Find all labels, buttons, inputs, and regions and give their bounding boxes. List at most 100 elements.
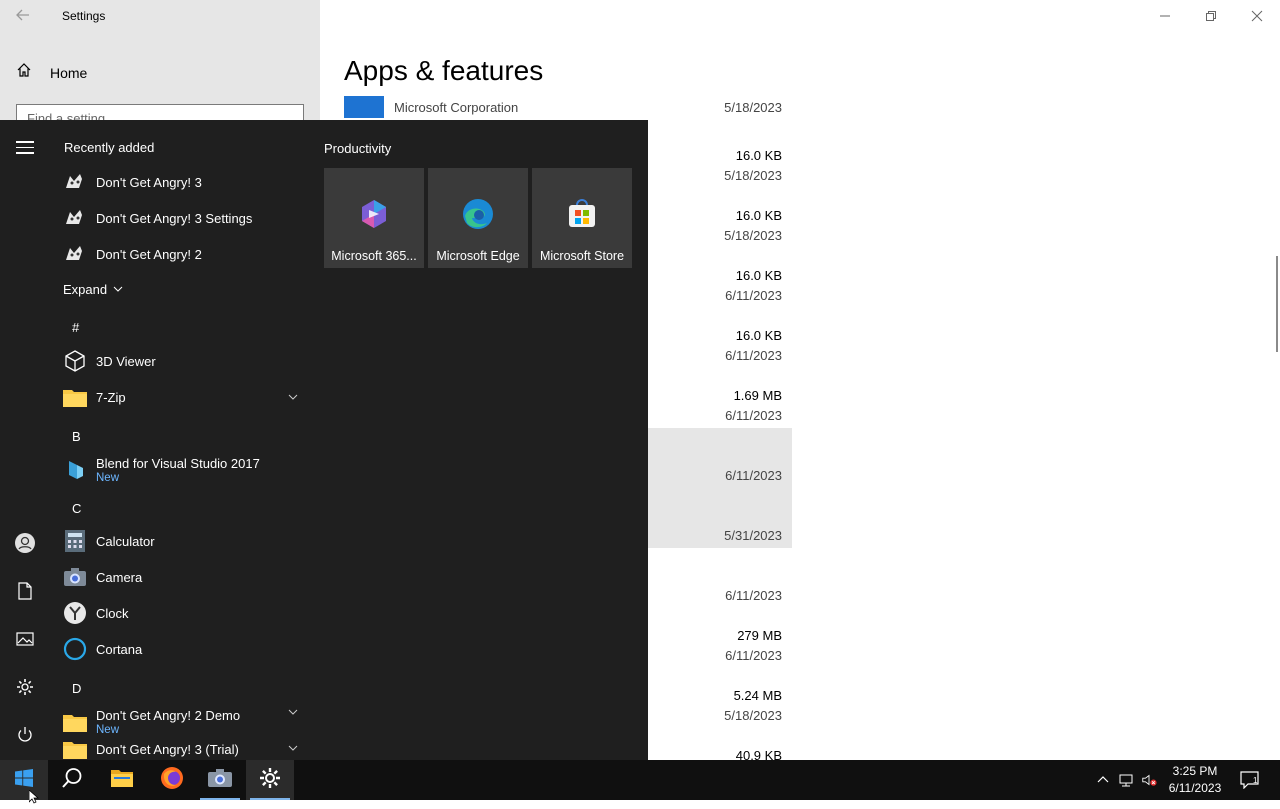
app-list-row[interactable]: 279 MB 6/11/2023: [648, 608, 792, 668]
home-label: Home: [50, 64, 88, 81]
store-icon: [566, 198, 598, 230]
app-list-row[interactable]: 16.0 KB 5/18/2023: [648, 128, 792, 188]
recent-app-item[interactable]: Don't Get Angry! 2: [62, 236, 302, 272]
notification-center-icon[interactable]: 1: [1240, 771, 1260, 789]
page-title: Apps & features: [344, 55, 544, 86]
cube-icon: [62, 348, 88, 374]
file-explorer-icon: [110, 768, 134, 793]
app-install-date: 6/11/2023: [725, 288, 782, 303]
app-item-dga2-demo[interactable]: Don't Get Angry! 2 Demo New: [62, 702, 302, 742]
settings-taskbar-button[interactable]: [246, 760, 294, 800]
app-item-cortana[interactable]: Cortana: [62, 631, 302, 667]
app-install-date: 6/11/2023: [725, 468, 782, 483]
app-size: 16.0 KB: [735, 328, 782, 343]
app-item-7zip[interactable]: 7-Zip: [62, 379, 302, 415]
clock-date: 6/11/2023: [1168, 781, 1222, 795]
app-item-dga3-trial[interactable]: Don't Get Angry! 3 (Trial): [62, 740, 302, 760]
app-list-row[interactable]: 16.0 KB 6/11/2023: [648, 308, 792, 368]
app-label: Calculator: [96, 533, 155, 549]
app-label: Don't Get Angry! 3 (Trial): [96, 742, 239, 757]
network-icon[interactable]: [1118, 772, 1134, 788]
home-icon: [16, 62, 32, 83]
close-button[interactable]: [1242, 4, 1272, 28]
recently-added-heading: Recently added: [64, 140, 155, 155]
taskbar: 3:25 PM 6/11/2023 1: [0, 760, 1280, 800]
app-item-3d-viewer[interactable]: 3D Viewer: [62, 343, 302, 379]
app-size: 5.24 MB: [733, 688, 782, 703]
recent-app-item[interactable]: Don't Get Angry! 3: [62, 164, 302, 200]
tile-microsoft-365[interactable]: Microsoft 365...: [324, 168, 424, 268]
app-label: Clock: [96, 605, 129, 621]
expand-label: Expand: [63, 282, 108, 297]
camera-icon: [207, 767, 233, 794]
tile-microsoft-store[interactable]: Microsoft Store: [532, 168, 632, 268]
file-explorer-button[interactable]: [98, 760, 146, 800]
app-install-date: 5/18/2023: [724, 708, 782, 723]
app-install-date: 5/31/2023: [724, 528, 782, 543]
volume-muted-icon[interactable]: [1141, 772, 1157, 788]
recent-app-item[interactable]: Don't Get Angry! 3 Settings: [62, 200, 302, 236]
system-clock[interactable]: 3:25 PM 6/11/2023: [1164, 763, 1226, 797]
minimize-button[interactable]: [1150, 4, 1180, 28]
clock-icon: [62, 600, 88, 626]
search-icon: [61, 767, 83, 794]
menu-icon[interactable]: [16, 141, 34, 158]
app-list-row[interactable]: 6/11/2023: [648, 548, 792, 608]
tile-microsoft-edge[interactable]: Microsoft Edge: [428, 168, 528, 268]
settings-gear-icon[interactable]: [14, 676, 36, 698]
scrollbar[interactable]: [1276, 256, 1278, 352]
back-arrow-icon[interactable]: [14, 6, 34, 26]
new-badge: New: [96, 472, 120, 484]
camera-taskbar-button[interactable]: [196, 760, 244, 800]
user-account-icon[interactable]: [14, 532, 36, 554]
start-button[interactable]: [0, 760, 48, 800]
dog-game-icon: [62, 205, 88, 231]
tile-label: Microsoft Edge: [436, 249, 520, 263]
chevron-down-icon[interactable]: [288, 392, 298, 405]
app-list-row[interactable]: 6/11/2023: [648, 428, 792, 488]
app-list-row[interactable]: 5/31/2023: [648, 488, 792, 548]
app-list-row[interactable]: 16.0 KB 6/11/2023: [648, 248, 792, 308]
app-label: Cortana: [96, 641, 143, 657]
app-label: Camera: [96, 569, 143, 585]
section-letter[interactable]: C: [72, 501, 81, 516]
firefox-icon: [160, 766, 184, 795]
pictures-icon[interactable]: [14, 628, 36, 650]
section-letter[interactable]: D: [72, 681, 81, 696]
section-letter[interactable]: B: [72, 429, 81, 444]
app-list-row[interactable]: 5.24 MB 5/18/2023: [648, 668, 792, 728]
app-item-camera[interactable]: Camera: [62, 559, 302, 595]
new-badge: New: [96, 724, 120, 736]
app-size: 16.0 KB: [735, 148, 782, 163]
restore-button[interactable]: [1196, 4, 1226, 28]
chevron-down-icon[interactable]: [288, 707, 298, 720]
search-button[interactable]: [48, 760, 96, 800]
clock-time: 3:25 PM: [1172, 764, 1218, 778]
home-nav-item[interactable]: Home: [16, 62, 87, 83]
app-item-clock[interactable]: Clock: [62, 595, 302, 631]
app-install-date: 6/11/2023: [725, 648, 782, 663]
chevron-up-icon[interactable]: [1095, 772, 1111, 788]
productivity-heading: Productivity: [324, 141, 392, 156]
app-size: 16.0 KB: [735, 268, 782, 283]
recent-app-label: Don't Get Angry! 2: [96, 246, 202, 262]
app-install-date: 6/11/2023: [725, 408, 782, 423]
app-label-group: Blend for Visual Studio 2017 New: [96, 456, 260, 484]
app-list-row[interactable]: 16.0 KB 5/18/2023: [648, 188, 792, 248]
app-publisher: Microsoft Corporation: [394, 100, 519, 115]
app-item-blend[interactable]: Blend for Visual Studio 2017 New: [62, 450, 302, 490]
blend-icon: [62, 457, 88, 483]
chevron-down-icon: [113, 282, 123, 297]
chevron-down-icon[interactable]: [288, 743, 298, 756]
recent-app-label: Don't Get Angry! 3 Settings: [96, 210, 253, 226]
documents-icon[interactable]: [14, 580, 36, 602]
app-list-row[interactable]: 1.69 MB 6/11/2023: [648, 368, 792, 428]
expand-button[interactable]: Expand: [63, 282, 123, 297]
firefox-button[interactable]: [148, 760, 196, 800]
power-icon[interactable]: [14, 724, 36, 746]
app-label-group: Don't Get Angry! 2 Demo New: [96, 708, 240, 736]
app-item-calculator[interactable]: Calculator: [62, 523, 302, 559]
app-label: 3D Viewer: [96, 353, 156, 369]
camera-icon: [62, 564, 88, 590]
section-letter[interactable]: #: [72, 320, 79, 335]
